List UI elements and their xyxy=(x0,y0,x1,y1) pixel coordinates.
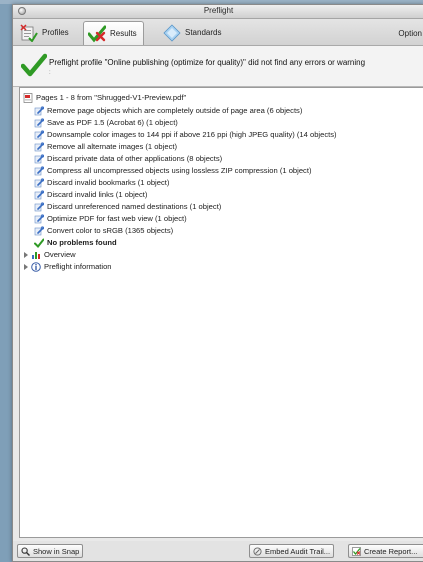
fixup-wrench-icon xyxy=(34,226,45,236)
show-in-snap-label: Show in Snap xyxy=(33,546,80,556)
tab-results-label: Results xyxy=(110,29,137,38)
overview-label: Overview xyxy=(44,250,76,259)
bottom-bar: Show in Snap Embed Audit Trail... Create… xyxy=(13,541,423,561)
fixup-label: Remove page objects which are completely… xyxy=(47,106,303,115)
preflight-info-label: Preflight information xyxy=(44,262,112,271)
info-icon xyxy=(31,262,41,272)
pdf-document-icon xyxy=(23,93,33,103)
result-summary: Preflight profile "Online publishing (op… xyxy=(13,46,423,87)
results-check-icon xyxy=(87,25,107,43)
fixup-item[interactable]: Discard unreferenced named destinations … xyxy=(34,201,221,213)
create-report-label: Create Report... xyxy=(364,546,418,556)
results-tree[interactable]: Pages 1 - 8 from "Shrugged-V1-Preview.pd… xyxy=(19,87,423,538)
tab-results[interactable]: Results xyxy=(83,21,144,45)
tree-item-overview[interactable]: Overview xyxy=(23,249,76,261)
fixup-wrench-icon xyxy=(34,214,45,224)
tab-standards-label: Standards xyxy=(185,28,222,37)
disclosure-triangle-icon[interactable] xyxy=(23,251,29,259)
result-submessage: : xyxy=(49,70,51,76)
audit-trail-icon xyxy=(253,546,262,556)
tab-profiles-label: Profiles xyxy=(42,28,69,37)
fixup-label: Downsample color images to 144 ppi if ab… xyxy=(47,130,337,139)
fixup-wrench-icon xyxy=(34,190,45,200)
fixup-wrench-icon xyxy=(34,142,45,152)
fixup-item[interactable]: Convert color to sRGB (1365 objects) xyxy=(34,225,173,237)
fixup-label: Save as PDF 1.5 (Acrobat 6) (1 object) xyxy=(47,118,178,127)
fixup-item[interactable]: Optimize PDF for fast web view (1 object… xyxy=(34,213,187,225)
fixup-item[interactable]: Discard invalid bookmarks (1 object) xyxy=(34,177,169,189)
fixup-label: Compress all uncompressed objects using … xyxy=(47,166,312,175)
create-report-button[interactable]: Create Report... xyxy=(348,544,423,558)
success-check-icon xyxy=(20,52,48,78)
options-button[interactable]: Option xyxy=(398,29,422,38)
fixup-label: Convert color to sRGB (1365 objects) xyxy=(47,226,174,235)
embed-audit-trail-button[interactable]: Embed Audit Trail... xyxy=(249,544,335,558)
fixup-item[interactable]: Downsample color images to 144 ppi if ab… xyxy=(34,129,337,141)
report-icon xyxy=(352,546,361,556)
fixup-wrench-icon xyxy=(34,202,45,212)
no-problems-item[interactable]: No problems found xyxy=(34,237,117,249)
no-problems-label: No problems found xyxy=(47,238,117,247)
fixup-wrench-icon xyxy=(34,154,45,164)
fixup-label: Remove all alternate images (1 object) xyxy=(47,142,177,151)
fixup-label: Discard invalid bookmarks (1 object) xyxy=(47,178,170,187)
fixup-item[interactable]: Compress all uncompressed objects using … xyxy=(34,165,312,177)
tab-profiles[interactable]: Profiles xyxy=(16,22,75,43)
tab-standards[interactable]: Standards xyxy=(159,22,227,43)
fixup-wrench-icon xyxy=(34,118,45,128)
tree-item-preflight-info[interactable]: Preflight information xyxy=(23,261,112,273)
fixup-wrench-icon xyxy=(34,130,45,140)
fixup-label: Discard private data of other applicatio… xyxy=(47,154,223,163)
disclosure-triangle-icon[interactable] xyxy=(23,263,29,271)
profiles-icon xyxy=(20,23,38,43)
fixup-label: Discard invalid links (1 object) xyxy=(47,190,148,199)
standards-icon xyxy=(163,23,181,42)
show-in-snap-button[interactable]: Show in Snap xyxy=(17,544,84,558)
tree-root-pages[interactable]: Pages 1 - 8 from "Shrugged-V1-Preview.pd… xyxy=(23,92,186,104)
embed-audit-trail-label: Embed Audit Trail... xyxy=(265,546,331,556)
tree-root-label: Pages 1 - 8 from "Shrugged-V1-Preview.pd… xyxy=(36,93,187,102)
fixup-item[interactable]: Remove page objects which are completely… xyxy=(34,105,302,117)
result-message: Preflight profile "Online publishing (op… xyxy=(49,58,366,67)
fixup-label: Discard unreferenced named destinations … xyxy=(47,202,222,211)
fixup-item[interactable]: Discard private data of other applicatio… xyxy=(34,153,222,165)
check-icon xyxy=(34,238,45,249)
overview-chart-icon xyxy=(31,250,41,260)
toolbar: Profiles Results Standards Option xyxy=(13,19,423,46)
fixup-wrench-icon xyxy=(34,106,45,116)
fixup-item[interactable]: Save as PDF 1.5 (Acrobat 6) (1 object) xyxy=(34,117,178,129)
preflight-window: Preflight Profiles Results Standards Opt… xyxy=(12,4,423,562)
fixup-label: Optimize PDF for fast web view (1 object… xyxy=(47,214,187,223)
fixup-item[interactable]: Remove all alternate images (1 object) xyxy=(34,141,177,153)
window-title: Preflight xyxy=(203,6,234,15)
fixup-item[interactable]: Discard invalid links (1 object) xyxy=(34,189,147,201)
fixup-wrench-icon xyxy=(34,178,45,188)
fixup-wrench-icon xyxy=(34,166,45,176)
title-bar[interactable]: Preflight xyxy=(13,5,423,19)
magnifier-icon xyxy=(21,546,30,556)
